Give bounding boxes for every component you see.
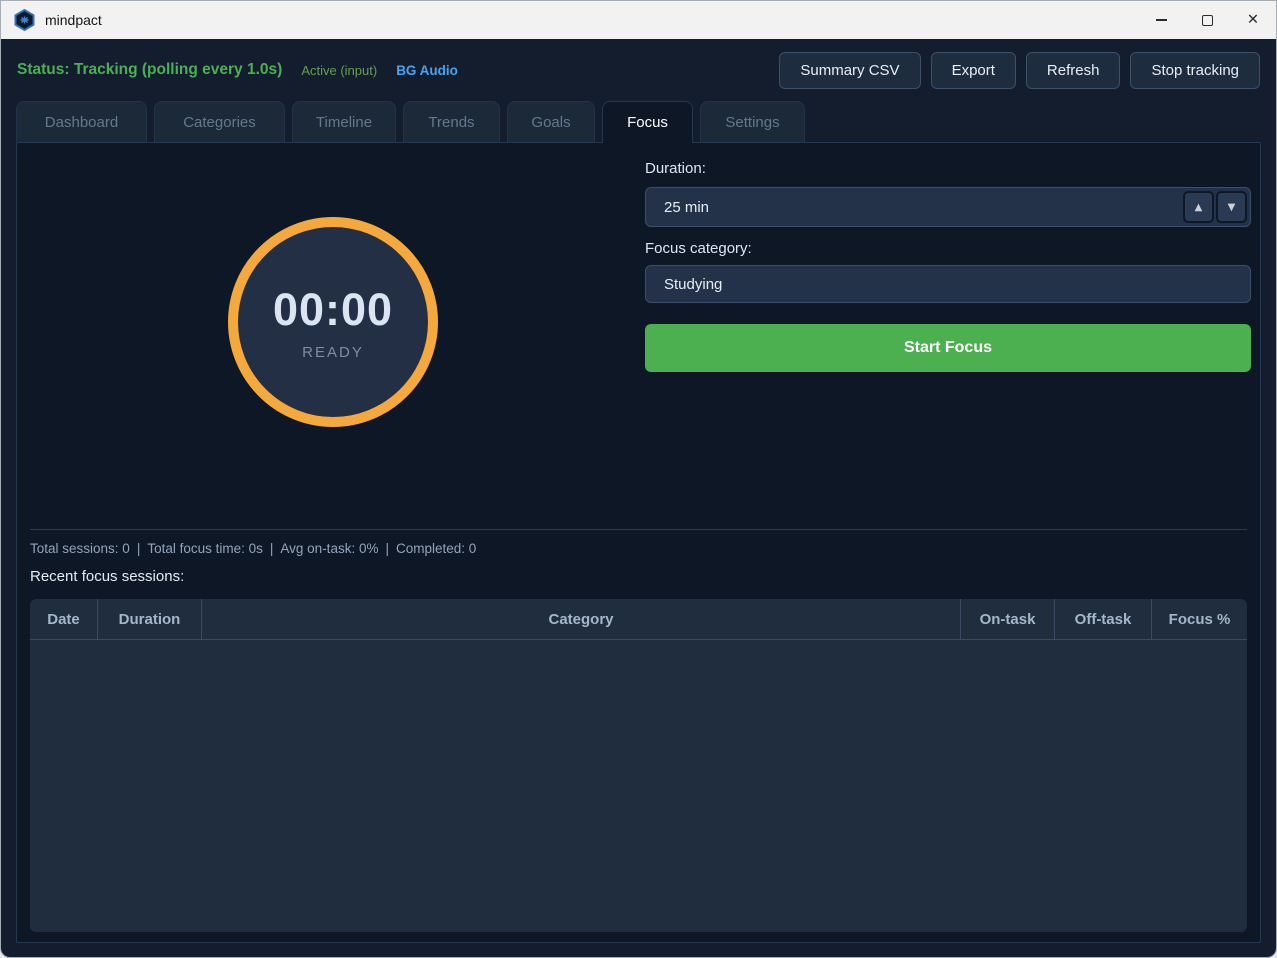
column-header-off-task[interactable]: Off-task xyxy=(1055,599,1152,639)
column-header-category[interactable]: Category xyxy=(202,599,961,639)
duration-label: Duration: xyxy=(645,160,706,177)
stop-tracking-button[interactable]: Stop tracking xyxy=(1130,52,1260,89)
export-button[interactable]: Export xyxy=(931,52,1016,89)
tracking-status-text: Status: Tracking (polling every 1.0s) xyxy=(17,61,282,79)
stat-avg-on-task: Avg on-task: 0% xyxy=(280,541,378,556)
arrow-down-icon: ▼ xyxy=(1228,202,1236,213)
duration-decrement-button[interactable]: ▼ xyxy=(1216,191,1247,223)
tab-categories[interactable]: Categories xyxy=(154,101,285,142)
arrow-up-icon: ▲ xyxy=(1195,202,1203,213)
close-icon: ✕ xyxy=(1247,13,1259,28)
tab-timeline[interactable]: Timeline xyxy=(292,101,396,142)
toolbar: Summary CSV Export Refresh Stop tracking xyxy=(779,52,1260,89)
column-header-on-task[interactable]: On-task xyxy=(961,599,1055,639)
maximize-button[interactable] xyxy=(1184,1,1230,39)
timer-state-label: READY xyxy=(302,344,364,361)
stats-separator: | xyxy=(270,541,274,556)
column-header-focus-pct[interactable]: Focus % xyxy=(1152,599,1247,639)
tab-trends[interactable]: Trends xyxy=(403,101,500,142)
window-title: mindpact xyxy=(45,12,102,28)
start-focus-button[interactable]: Start Focus xyxy=(645,324,1251,372)
stat-total-sessions: Total sessions: 0 xyxy=(30,541,130,556)
panel-divider xyxy=(30,529,1247,530)
recent-sessions-table: Date Duration Category On-task Off-task … xyxy=(30,599,1247,932)
app-window: mindpact ✕ Status: Tracking (polling eve… xyxy=(0,0,1277,958)
app-logo-icon xyxy=(14,9,35,31)
session-stats-line: Total sessions: 0 | Total focus time: 0s | A… xyxy=(30,541,476,556)
maximize-icon xyxy=(1202,15,1213,26)
tab-goals[interactable]: Goals xyxy=(507,101,595,142)
minimize-icon xyxy=(1156,19,1167,21)
tab-settings[interactable]: Settings xyxy=(700,101,805,142)
column-header-duration[interactable]: Duration xyxy=(98,599,202,639)
bg-audio-status: BG Audio xyxy=(396,63,458,78)
duration-spin-buttons: ▲ ▼ xyxy=(1183,191,1250,223)
input-activity-status: Active (input) xyxy=(301,63,377,78)
focus-category-label: Focus category: xyxy=(645,240,752,257)
tab-focus[interactable]: Focus xyxy=(602,101,693,143)
summary-csv-button[interactable]: Summary CSV xyxy=(779,52,920,89)
duration-increment-button[interactable]: ▲ xyxy=(1183,191,1214,223)
focus-category-value: Studying xyxy=(646,276,722,293)
focus-category-combobox[interactable]: Studying xyxy=(645,265,1251,303)
stats-separator: | xyxy=(385,541,389,556)
stats-separator: | xyxy=(137,541,141,556)
refresh-button[interactable]: Refresh xyxy=(1026,52,1121,89)
focus-tab-panel: 00:00 READY Duration: 25 min ▲ ▼ Focus c… xyxy=(16,142,1261,943)
recent-sessions-label: Recent focus sessions: xyxy=(30,568,184,585)
close-button[interactable]: ✕ xyxy=(1230,1,1276,39)
minimize-button[interactable] xyxy=(1138,1,1184,39)
duration-value: 25 min xyxy=(646,199,709,216)
status-row: Status: Tracking (polling every 1.0s) Ac… xyxy=(1,39,1276,101)
stat-total-focus-time: Total focus time: 0s xyxy=(147,541,263,556)
stat-completed: Completed: 0 xyxy=(396,541,476,556)
table-body-empty xyxy=(30,640,1247,932)
duration-spinner[interactable]: 25 min ▲ ▼ xyxy=(645,187,1251,227)
tab-dashboard[interactable]: Dashboard xyxy=(16,101,147,142)
tab-bar: Dashboard Categories Timeline Trends Goa… xyxy=(1,101,1276,142)
timer-time-display: 00:00 xyxy=(273,284,393,336)
column-header-date[interactable]: Date xyxy=(30,599,98,639)
focus-timer-circle: 00:00 READY xyxy=(228,217,438,427)
titlebar: mindpact ✕ xyxy=(1,1,1276,39)
table-header-row: Date Duration Category On-task Off-task … xyxy=(30,599,1247,640)
